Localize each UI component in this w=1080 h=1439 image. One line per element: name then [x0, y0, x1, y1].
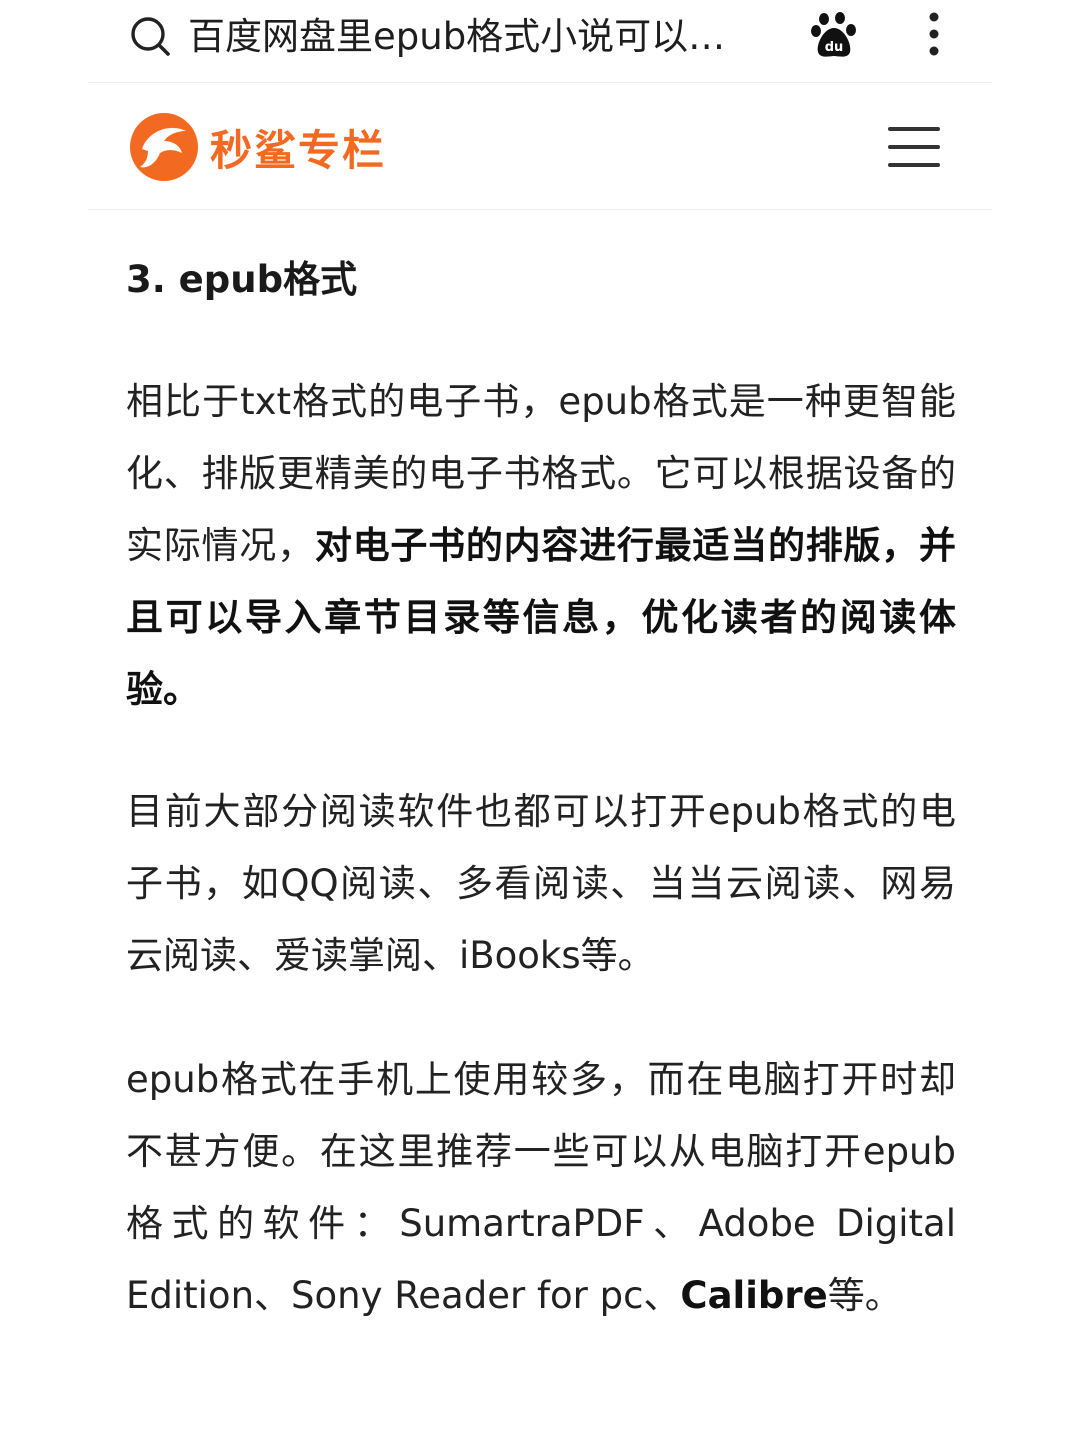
- paragraph-pc-software: epub格式在手机上使用较多，而在电脑打开时却不甚方便。在这里推荐一些可以从电脑…: [126, 1044, 956, 1332]
- baidu-paw-icon[interactable]: du: [810, 10, 858, 60]
- site-name: 秒鲨专栏: [210, 125, 387, 175]
- more-vertical-icon[interactable]: [920, 10, 948, 60]
- paragraph-text-end: 等。: [827, 1274, 902, 1317]
- site-logo[interactable]: 秒鲨专栏: [126, 107, 386, 187]
- paragraph-epub-intro: 相比于txt格式的电子书，epub格式是一种更智能化、排版更精美的电子书格式。它…: [126, 366, 956, 726]
- paragraph-bold-text: Calibre: [680, 1274, 828, 1317]
- search-icon[interactable]: [128, 14, 172, 58]
- svg-text:du: du: [825, 40, 844, 55]
- shark-logo-icon: [130, 113, 198, 181]
- section-heading: 3. epub格式: [126, 258, 358, 301]
- hamburger-menu-icon[interactable]: [888, 125, 940, 169]
- search-bar: 百度网盘里epub格式小说可以… du: [88, 0, 992, 83]
- search-query-text[interactable]: 百度网盘里epub格式小说可以…: [188, 12, 778, 62]
- site-header: 秒鲨专栏: [88, 83, 992, 210]
- paragraph-reading-apps: 目前大部分阅读软件也都可以打开epub格式的电子书，如QQ阅读、多看阅读、当当云…: [126, 790, 956, 977]
- article-content: 3. epub格式 相比于txt格式的电子书，epub格式是一种更智能化、排版更…: [126, 250, 956, 1317]
